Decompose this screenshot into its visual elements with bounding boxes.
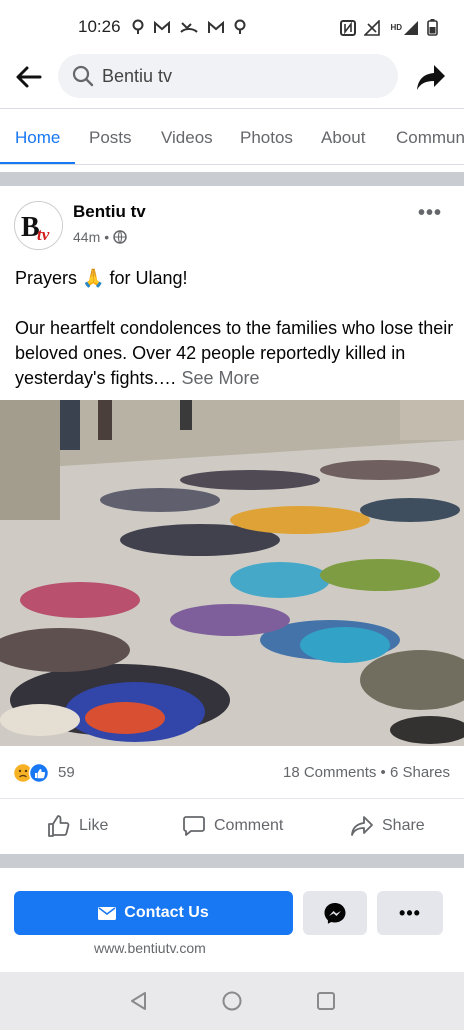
- post-line-1: Prayers 🙏 for Ulang!: [15, 268, 188, 288]
- status-time: 10:26: [78, 17, 121, 36]
- tab-about[interactable]: About: [321, 128, 365, 148]
- nfc-icon: [340, 19, 357, 36]
- nav-home-button[interactable]: [220, 989, 244, 1013]
- envelope-icon: [98, 906, 117, 920]
- messenger-icon: [324, 903, 346, 924]
- nav-back-button[interactable]: [127, 989, 151, 1013]
- search-value: Bentiu tv: [102, 66, 173, 86]
- meta-separator: •: [104, 229, 110, 245]
- post-text: Prayers 🙏 for Ulang! Our heartfelt condo…: [15, 266, 455, 416]
- page-call-to-action: Contact Us ••• www.bentiutv.com: [0, 868, 464, 968]
- arrow-left-icon: [16, 66, 42, 88]
- tab-videos[interactable]: Videos: [161, 128, 213, 148]
- back-button[interactable]: [12, 60, 46, 94]
- section-divider: [0, 172, 464, 186]
- page-avatar[interactable]: B tv: [14, 201, 63, 250]
- share-button[interactable]: Share: [350, 814, 425, 838]
- reaction-count[interactable]: 59: [58, 764, 75, 781]
- share-icon: [351, 816, 373, 836]
- post-time[interactable]: 44m: [73, 229, 100, 245]
- post-photo-graphic: [0, 400, 464, 746]
- section-divider-2: [0, 854, 464, 868]
- gmail-icon: [208, 20, 224, 33]
- hd-label: HD: [390, 22, 402, 32]
- see-more-link[interactable]: See More: [182, 368, 260, 388]
- avatar-letters-tv: tv: [37, 225, 50, 244]
- post-photo[interactable]: [0, 400, 464, 746]
- battery-icon: [427, 19, 438, 36]
- search-icon: [72, 65, 94, 87]
- bentiu-tv-logo: B tv: [15, 202, 62, 249]
- comments-shares-count[interactable]: 18 Comments • 6 Shares: [283, 764, 450, 781]
- tab-home[interactable]: Home: [15, 128, 60, 148]
- thumbs-up-icon: [48, 815, 70, 837]
- search-input[interactable]: Bentiu tv: [58, 54, 398, 98]
- status-system-icons: HD: [340, 19, 438, 36]
- system-navigation-bar: [0, 972, 464, 1030]
- post-actions: Like Comment Share: [0, 798, 464, 854]
- contact-us-button[interactable]: Contact Us: [14, 891, 293, 935]
- messenger-button[interactable]: [303, 891, 367, 935]
- post-meta: 44m •: [73, 229, 127, 245]
- status-notification-icons: [132, 19, 246, 35]
- share-arrow-icon: [417, 65, 445, 90]
- share-page-button[interactable]: [414, 60, 448, 94]
- tab-posts[interactable]: Posts: [89, 128, 132, 148]
- page-tabs: Home Posts Videos Photos About Commun: [0, 108, 464, 165]
- globe-icon: [113, 230, 127, 244]
- nav-recents-button[interactable]: [314, 989, 338, 1013]
- comment-button[interactable]: Comment: [182, 814, 283, 838]
- status-bar: 10:26 HD: [0, 0, 464, 52]
- like-button[interactable]: Like: [47, 814, 108, 838]
- reactions-summary: 59 18 Comments • 6 Shares: [0, 758, 464, 788]
- hd-signal-icon: HD: [390, 20, 419, 36]
- praying-hands-emoji: 🙏: [82, 268, 105, 288]
- square-recents-icon: [317, 992, 335, 1010]
- website-link[interactable]: www.bentiutv.com: [94, 940, 206, 956]
- post-author-name[interactable]: Bentiu tv: [73, 202, 146, 222]
- post-header: B tv Bentiu tv 44m • •••: [0, 188, 464, 258]
- gmail-icon: [154, 20, 170, 33]
- more-options-button[interactable]: •••: [377, 891, 443, 935]
- post-body: Our heartfelt condolences to the familie…: [15, 318, 454, 388]
- post-options-button[interactable]: •••: [418, 202, 442, 225]
- missed-call-icon: [180, 22, 198, 33]
- location-icon: [132, 19, 144, 34]
- signal-off-icon: [364, 19, 381, 36]
- triangle-back-icon: [131, 992, 146, 1010]
- reaction-icons[interactable]: [12, 762, 58, 784]
- tab-community[interactable]: Commun: [396, 128, 464, 148]
- comment-bubble-icon: [183, 816, 205, 836]
- circle-home-icon: [222, 991, 242, 1011]
- search-header: Bentiu tv: [0, 52, 464, 102]
- tabs-divider: [0, 164, 464, 165]
- location-icon: [234, 19, 246, 34]
- tab-photos[interactable]: Photos: [240, 128, 293, 148]
